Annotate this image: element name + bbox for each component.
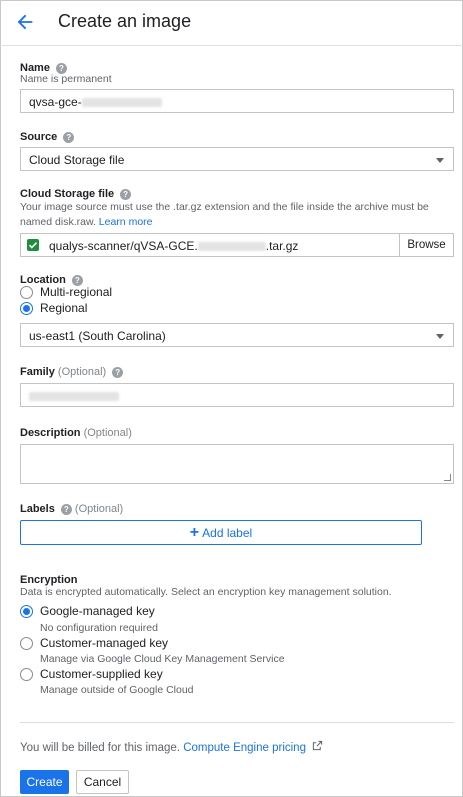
radio-button[interactable] — [20, 285, 33, 299]
radio-button[interactable] — [20, 667, 33, 681]
radio-google-managed-key[interactable]: Google-managed key — [20, 604, 155, 618]
divider — [20, 722, 454, 723]
google-managed-key-desc: No configuration required — [40, 622, 158, 634]
name-value: qvsa-gce- — [29, 95, 82, 109]
customer-supplied-key-desc: Manage outside of Google Cloud — [40, 684, 194, 696]
radio-button-selected[interactable] — [20, 604, 33, 618]
learn-more-link[interactable]: Learn more — [99, 216, 153, 228]
help-icon[interactable]: ? — [120, 188, 132, 200]
radio-regional[interactable]: Regional — [20, 301, 87, 315]
radio-button[interactable] — [20, 636, 33, 650]
create-button[interactable]: Create — [20, 770, 69, 794]
billing-notice: You will be billed for this image. Compu… — [20, 740, 323, 754]
customer-managed-key-desc: Manage via Google Cloud Key Management S… — [40, 653, 285, 665]
file-path-prefix: qualys-scanner/qVSA-GCE. — [49, 239, 198, 253]
dropdown-arrow-icon — [436, 334, 444, 339]
help-icon[interactable]: ? — [112, 366, 124, 378]
source-select[interactable]: Cloud Storage file — [20, 147, 454, 171]
help-icon[interactable]: ? — [60, 503, 72, 515]
file-path-suffix: .tar.gz — [265, 239, 299, 253]
resize-handle-icon[interactable] — [444, 474, 451, 481]
cloud-storage-label: Cloud Storage file? — [20, 188, 132, 200]
help-icon[interactable]: ? — [63, 131, 75, 143]
description-textarea[interactable] — [20, 444, 454, 484]
plus-icon: + — [189, 523, 200, 541]
external-link-icon — [312, 740, 323, 754]
region-select[interactable]: us-east1 (South Carolina) — [20, 323, 454, 347]
cancel-button[interactable]: Cancel — [76, 770, 129, 794]
region-selected-value: us-east1 (South Carolina) — [29, 329, 166, 343]
description-label: Description (Optional) — [20, 427, 132, 439]
source-selected-value: Cloud Storage file — [29, 153, 125, 167]
cloud-storage-file-input[interactable]: qualys-scanner/qVSA-GCE. .tar.gz Browse — [20, 233, 454, 257]
source-label: Source? — [20, 131, 75, 143]
arrow-left-icon[interactable] — [14, 11, 36, 33]
radio-button-selected[interactable] — [20, 301, 33, 315]
redacted-text — [29, 392, 119, 402]
name-hint: Name is permanent — [20, 73, 112, 85]
page-header: Create an image — [0, 0, 463, 46]
redacted-text — [81, 98, 162, 108]
cloud-storage-hint: Your image source must use the .tar.gz e… — [20, 201, 429, 228]
radio-multi-regional[interactable]: Multi-regional — [20, 285, 112, 299]
compute-engine-pricing-link[interactable]: Compute Engine pricing — [183, 742, 306, 754]
page-title: Create an image — [58, 11, 192, 31]
radio-customer-supplied-key[interactable]: Customer-supplied key — [20, 667, 163, 681]
dropdown-arrow-icon — [436, 158, 444, 163]
family-label: Family (Optional)? — [20, 366, 124, 378]
check-icon — [27, 239, 39, 251]
redacted-text — [197, 242, 266, 252]
labels-label: Labels? (Optional) — [20, 503, 124, 515]
browse-button[interactable]: Browse — [399, 234, 453, 256]
family-input[interactable] — [20, 383, 454, 407]
name-input[interactable]: qvsa-gce- — [20, 89, 454, 113]
encryption-hint: Data is encrypted automatically. Select … — [20, 586, 392, 598]
add-label-button[interactable]: + Add label — [20, 520, 422, 545]
help-icon[interactable]: ? — [71, 274, 83, 286]
radio-customer-managed-key[interactable]: Customer-managed key — [20, 636, 168, 650]
